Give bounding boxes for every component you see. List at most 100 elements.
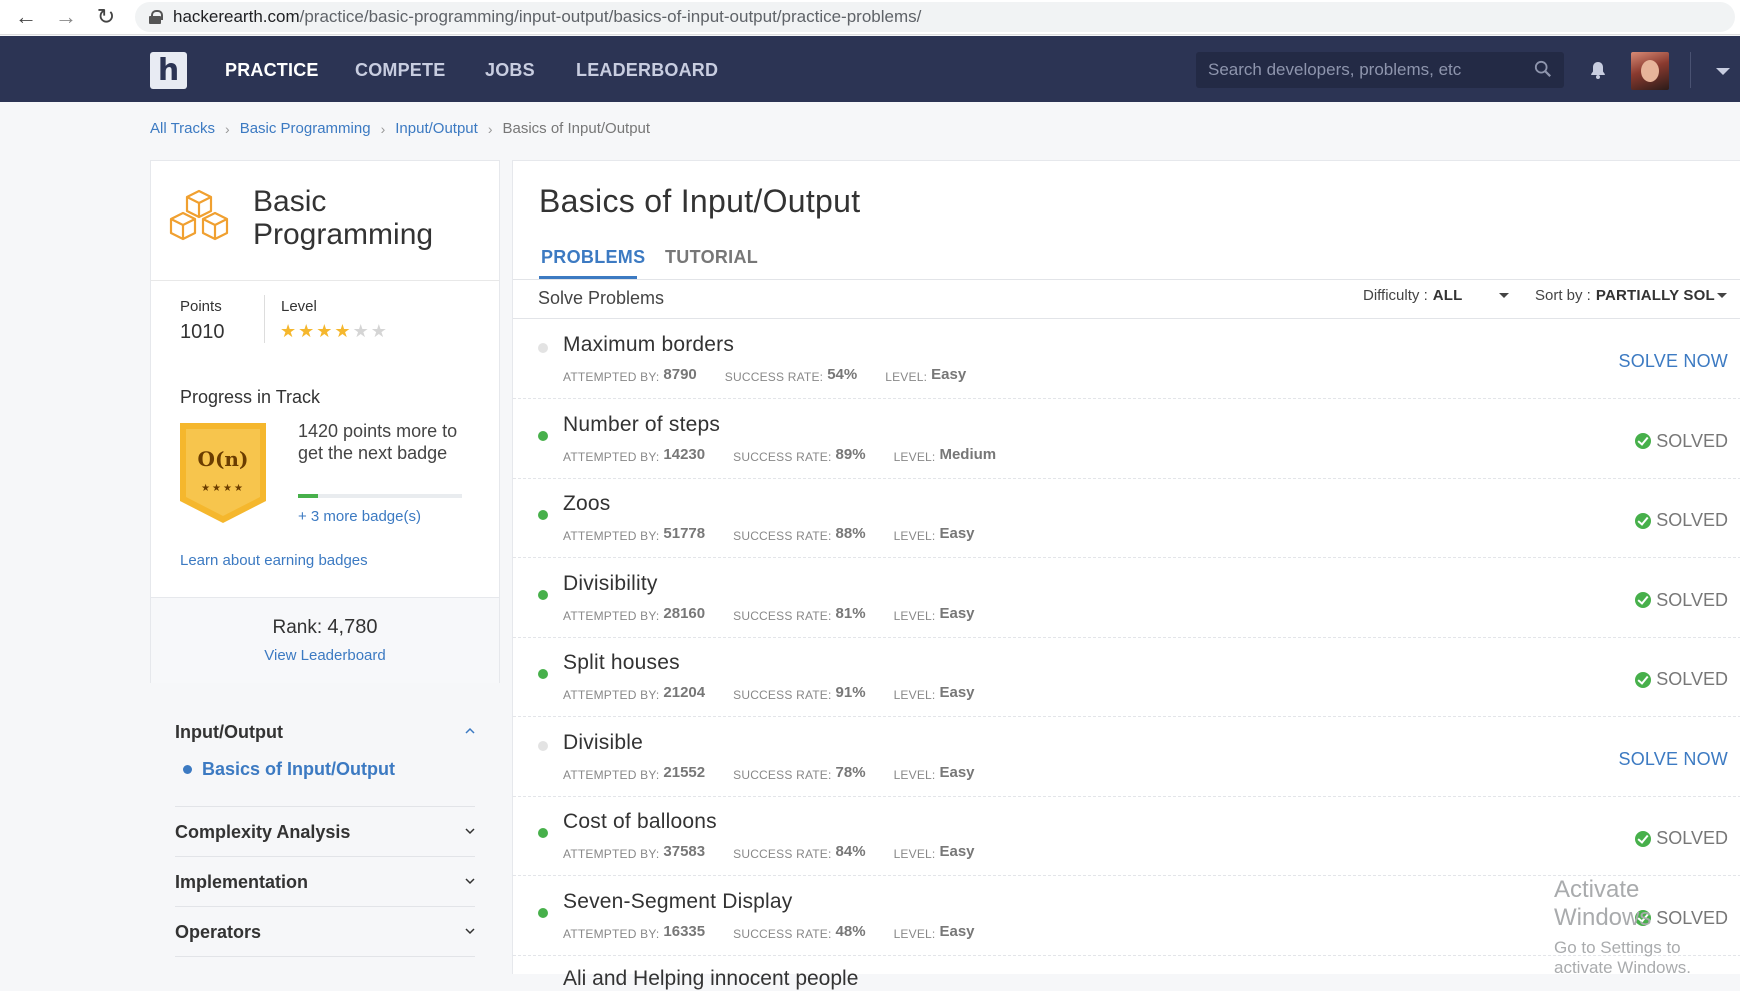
attempted-label: ATTEMPTED BY: xyxy=(563,608,660,623)
problem-name[interactable]: Divisible xyxy=(563,731,643,755)
solved-label: SOLVED xyxy=(1656,828,1728,848)
breadcrumb: All Tracks › Basic Programming › Input/O… xyxy=(150,120,650,137)
status-dot xyxy=(538,589,548,600)
reload-icon[interactable]: ↻ xyxy=(88,2,124,32)
back-icon[interactable]: ← xyxy=(8,2,44,32)
learn-badges-link[interactable]: Learn about earning badges xyxy=(180,552,368,569)
problem-name[interactable]: Cost of balloons xyxy=(563,810,717,834)
star-icon: ★ xyxy=(298,321,317,341)
problem-name[interactable]: Seven-Segment Display xyxy=(563,890,792,914)
problem-meta: ATTEMPTED BY: 51778 SUCCESS RATE: 88% LEVE… xyxy=(563,525,1003,544)
problem-name[interactable]: Number of steps xyxy=(563,413,720,437)
check-circle-icon xyxy=(1635,830,1652,847)
nav-practice[interactable]: PRACTICE xyxy=(225,60,319,81)
chevron-down-icon[interactable] xyxy=(1716,68,1730,75)
problem-row[interactable]: Number of steps ATTEMPTED BY: 14230 SUCCE… xyxy=(513,399,1740,479)
section-implementation[interactable]: Implementation xyxy=(175,872,475,893)
breadcrumb-all-tracks[interactable]: All Tracks xyxy=(150,120,215,137)
divider xyxy=(513,279,1740,280)
solve-now-button[interactable]: SOLVE NOW xyxy=(1619,749,1728,770)
section-operators[interactable]: Operators xyxy=(175,922,475,943)
solved-label: SOLVED xyxy=(1656,589,1728,610)
problem-row[interactable]: Seven-Segment Display ATTEMPTED BY: 16335… xyxy=(513,876,1740,956)
nav-leaderboard[interactable]: LEADERBOARD xyxy=(576,60,718,81)
level-value: Easy xyxy=(939,684,975,701)
section-title: Operators xyxy=(175,922,262,942)
problem-row[interactable]: Cost of balloons ATTEMPTED BY: 37583 SUCC… xyxy=(513,796,1740,876)
attempted-value: 21552 xyxy=(663,763,706,781)
chevron-right-icon: › xyxy=(380,120,386,137)
breadcrumb-basic-programming[interactable]: Basic Programming xyxy=(240,120,371,137)
search-icon[interactable] xyxy=(1534,60,1552,78)
section-title: Complexity Analysis xyxy=(175,822,351,842)
breadcrumb-current: Basics of Input/Output xyxy=(502,120,651,137)
solved-label: SOLVED xyxy=(1656,510,1728,530)
avatar[interactable] xyxy=(1631,52,1669,90)
tab-problems[interactable]: PROBLEMS xyxy=(541,247,645,268)
solved-status: SOLVED xyxy=(1635,590,1728,611)
subtopic-basics-input-output[interactable]: Basics of Input/Output xyxy=(183,759,395,780)
problem-meta: ATTEMPTED BY: 28160 SUCCESS RATE: 81% LEVE… xyxy=(563,605,1003,624)
rank-text: Rank: 4,780 xyxy=(151,616,499,639)
level-label: LEVEL: xyxy=(893,608,936,623)
sort-filter[interactable]: Sort by : PARTIALLY SOL xyxy=(1535,287,1727,304)
view-leaderboard-link[interactable]: View Leaderboard xyxy=(151,647,499,664)
chevron-up-icon[interactable] xyxy=(465,726,475,736)
section-title: Implementation xyxy=(175,872,309,892)
url-path: /practice/basic-programming/input-output… xyxy=(299,7,922,26)
badge: O(n) ★★★★ xyxy=(180,423,266,523)
hackerearth-logo[interactable]: h xyxy=(150,52,187,89)
problem-row[interactable]: Zoos ATTEMPTED BY: 51778 SUCCESS RATE: 88%… xyxy=(513,478,1740,558)
level-label: LEVEL: xyxy=(885,370,928,384)
chevron-down-icon[interactable] xyxy=(465,876,475,886)
problem-row[interactable]: Maximum borders ATTEMPTED BY: 8790 SUCCES… xyxy=(513,319,1740,399)
progress-title: Progress in Track xyxy=(180,387,321,407)
chevron-down-icon[interactable] xyxy=(465,826,475,836)
problem-name[interactable]: Split houses xyxy=(563,651,680,675)
level-value: Easy xyxy=(939,843,975,860)
star-icon: ★ xyxy=(316,321,335,341)
attempted-label: ATTEMPTED BY: xyxy=(563,449,660,464)
difficulty-filter[interactable]: Difficulty : ALL xyxy=(1363,287,1509,304)
problem-row[interactable]: Divisibility ATTEMPTED BY: 28160 SUCCESS … xyxy=(513,558,1740,638)
solve-problems-label: Solve Problems xyxy=(538,288,665,308)
solved-label: SOLVED xyxy=(1656,669,1728,689)
address-bar[interactable]: hackerearth.com/practice/basic-programmi… xyxy=(135,2,1735,32)
chevron-down-icon[interactable] xyxy=(1716,293,1727,298)
status-dot xyxy=(538,510,548,520)
success-value: 78% xyxy=(835,763,866,781)
badge-progress-fill xyxy=(298,494,318,498)
forward-icon[interactable]: → xyxy=(48,2,84,32)
search-input[interactable] xyxy=(1208,60,1528,80)
section-complexity-analysis[interactable]: Complexity Analysis xyxy=(175,822,475,843)
problem-name[interactable]: Ali and Helping innocent people xyxy=(563,967,858,991)
problem-row[interactable]: Divisible ATTEMPTED BY: 21552 SUCCESS RAT… xyxy=(513,717,1740,797)
problem-row[interactable]: Split houses ATTEMPTED BY: 21204 SUCCESS … xyxy=(513,637,1740,717)
chevron-down-icon[interactable] xyxy=(1498,293,1509,298)
tab-tutorial[interactable]: TUTORIAL xyxy=(665,247,758,268)
next-badge-text: 1420 points more to get the next badge xyxy=(298,421,458,463)
check-circle-icon xyxy=(1635,910,1652,926)
solved-status: SOLVED xyxy=(1635,828,1728,849)
success-label: SUCCESS RATE: xyxy=(733,449,832,464)
attempted-label: ATTEMPTED BY: xyxy=(563,688,660,702)
problem-name[interactable]: Zoos xyxy=(563,492,611,516)
chevron-down-icon[interactable] xyxy=(465,926,475,936)
breadcrumb-input-output[interactable]: Input/Output xyxy=(395,120,478,137)
more-badges-link[interactable]: + 3 more badge(s) xyxy=(298,508,421,525)
status-dot xyxy=(538,740,548,751)
problem-name[interactable]: Divisibility xyxy=(563,572,658,596)
success-label: SUCCESS RATE: xyxy=(733,926,832,941)
problem-name[interactable]: Maximum borders xyxy=(563,333,734,357)
section-input-output[interactable]: Input/Output xyxy=(175,722,475,743)
chevron-right-icon: › xyxy=(225,120,230,137)
problem-meta: ATTEMPTED BY: 37583 SUCCESS RATE: 84% LEVE… xyxy=(563,843,1003,862)
level-value: Easy xyxy=(939,922,975,940)
nav-jobs[interactable]: JOBS xyxy=(485,60,535,81)
nav-compete[interactable]: COMPETE xyxy=(355,60,445,81)
bell-icon[interactable] xyxy=(1588,60,1608,80)
solve-now-button[interactable]: SOLVE NOW xyxy=(1619,351,1728,372)
status-dot xyxy=(538,907,548,918)
difficulty-label: Difficulty : xyxy=(1363,287,1428,304)
sort-label: Sort by : xyxy=(1535,287,1591,304)
